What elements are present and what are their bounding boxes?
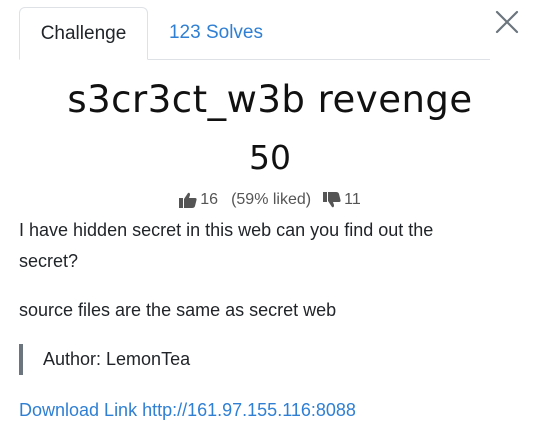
description-paragraph: source files are the same as secret web bbox=[19, 300, 337, 320]
tab-challenge[interactable]: Challenge bbox=[19, 7, 148, 60]
modal-tabs: Challenge 123 Solves bbox=[19, 7, 490, 60]
author-blockquote: Author: LemonTea bbox=[19, 344, 190, 375]
author-text: Author: LemonTea bbox=[43, 349, 191, 369]
close-button[interactable] bbox=[491, 6, 523, 38]
like-button[interactable]: 16 bbox=[179, 191, 218, 209]
liked-percent: (59% liked) bbox=[231, 191, 312, 208]
challenge-points: 50 bbox=[249, 138, 291, 177]
thumbs-down-icon bbox=[323, 192, 341, 208]
thumbs-up-icon bbox=[179, 192, 197, 208]
vote-bar: 16 (59% liked) 11 bbox=[0, 191, 540, 209]
download-link[interactable]: Download Link http://161.97.155.116:8088 bbox=[19, 395, 356, 426]
tab-solves[interactable]: 123 Solves bbox=[148, 7, 284, 59]
description-paragraph: I have hidden secret in this web can you… bbox=[19, 220, 434, 271]
close-icon bbox=[495, 10, 519, 34]
tab-solves-label: 123 Solves bbox=[168, 22, 263, 43]
dislike-button[interactable]: 11 bbox=[323, 191, 361, 209]
dislike-count: 11 bbox=[344, 191, 361, 208]
challenge-title: s3cr3ct_w3b revenge bbox=[67, 78, 473, 121]
like-count: 16 bbox=[200, 191, 219, 208]
tab-challenge-label: Challenge bbox=[40, 22, 127, 44]
